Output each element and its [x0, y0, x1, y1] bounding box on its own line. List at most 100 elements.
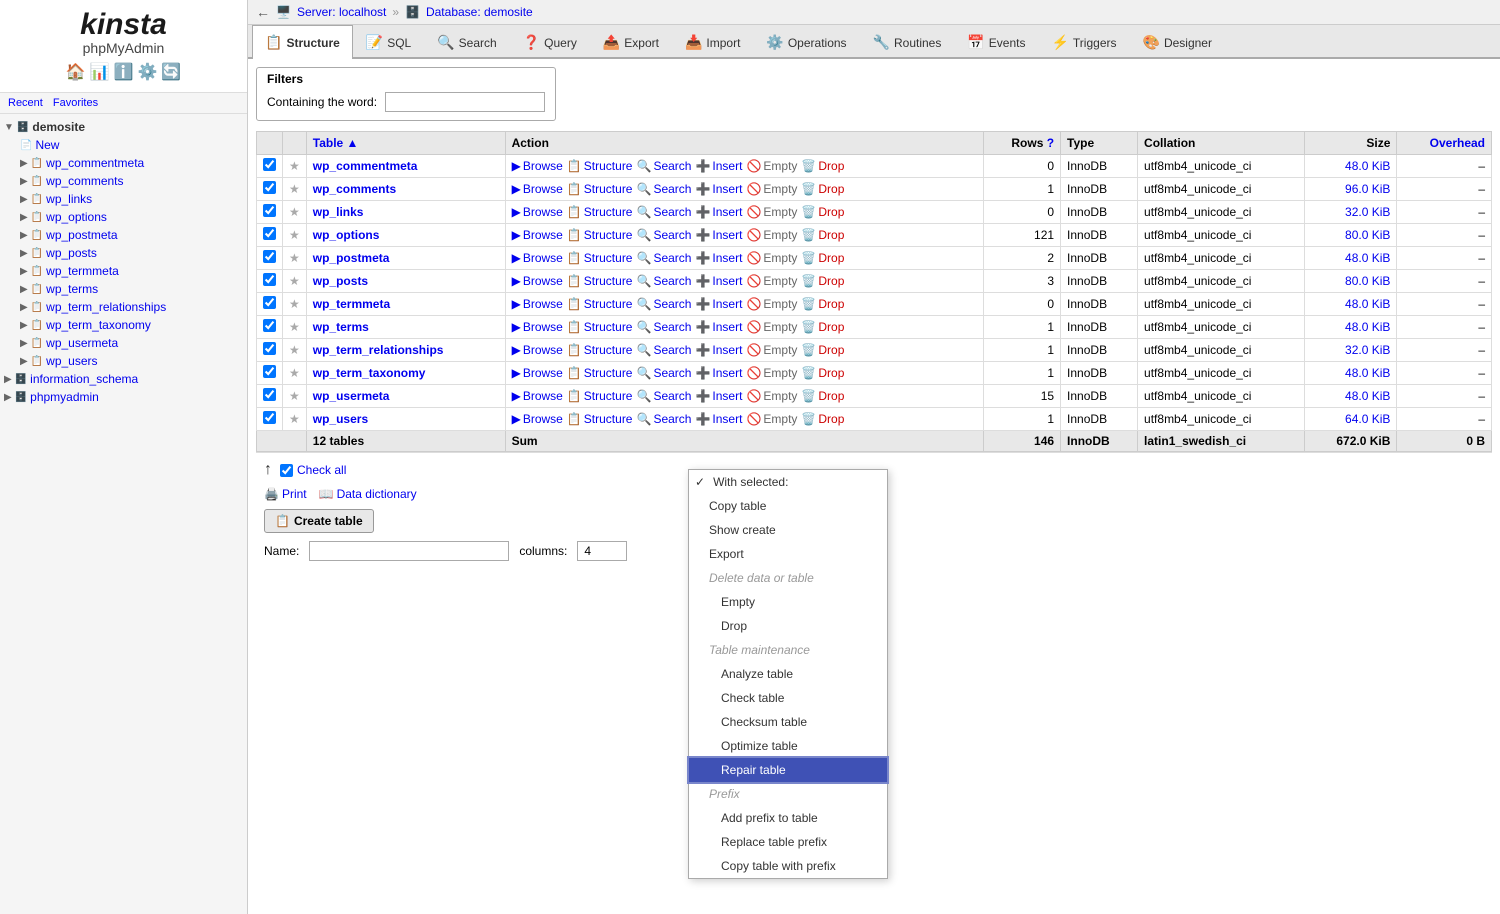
star-icon[interactable]: ★: [289, 389, 300, 403]
empty-link[interactable]: 🚫 Empty: [746, 159, 797, 173]
sidebar-item-wp-termmeta[interactable]: ▶ 📋 wp_termmeta: [0, 262, 247, 280]
sidebar-item-wp-posts[interactable]: ▶ 📋 wp_posts: [0, 244, 247, 262]
sidebar-item-wp-terms[interactable]: ▶ 📋 wp_terms: [0, 280, 247, 298]
insert-link[interactable]: ➕ Insert: [695, 366, 742, 380]
row-checkbox[interactable]: [263, 319, 276, 332]
drop-link[interactable]: 🗑️ Drop: [801, 182, 844, 196]
recent-link[interactable]: Recent: [8, 97, 43, 109]
drop-link[interactable]: 🗑️ Drop: [801, 320, 844, 334]
structure-link[interactable]: 📋 Structure: [567, 251, 633, 265]
drop-link[interactable]: 🗑️ Drop: [801, 228, 844, 242]
table-name-link[interactable]: wp_term_relationships: [313, 343, 444, 357]
star-icon[interactable]: ★: [289, 343, 300, 357]
search-link[interactable]: 🔍 Search: [636, 320, 691, 334]
table-name-link[interactable]: wp_terms: [313, 320, 369, 334]
sidebar-item-new[interactable]: 📄 New: [0, 136, 247, 154]
chart-icon[interactable]: 📊: [90, 62, 110, 82]
star-icon[interactable]: ★: [289, 320, 300, 334]
sidebar-item-wp-term-relationships[interactable]: ▶ 📋 wp_term_relationships: [0, 298, 247, 316]
empty-link[interactable]: 🚫 Empty: [746, 205, 797, 219]
structure-link[interactable]: 📋 Structure: [567, 205, 633, 219]
browse-link[interactable]: ▶ Browse: [512, 228, 563, 242]
menu-replace-prefix[interactable]: Replace table prefix: [689, 830, 887, 854]
tab-operations[interactable]: ⚙️ Operations: [753, 25, 859, 59]
table-name-link[interactable]: wp_termmeta: [313, 297, 390, 311]
browse-link[interactable]: ▶ Browse: [512, 343, 563, 357]
row-checkbox[interactable]: [263, 158, 276, 171]
row-checkbox[interactable]: [263, 365, 276, 378]
star-icon[interactable]: ★: [289, 159, 300, 173]
menu-empty[interactable]: Empty: [689, 590, 887, 614]
drop-link[interactable]: 🗑️ Drop: [801, 159, 844, 173]
search-link[interactable]: 🔍 Search: [636, 343, 691, 357]
sidebar-item-wp-commentmeta[interactable]: ▶ 📋 wp_commentmeta: [0, 154, 247, 172]
favorites-link[interactable]: Favorites: [53, 97, 98, 109]
star-icon[interactable]: ★: [289, 366, 300, 380]
row-checkbox[interactable]: [263, 342, 276, 355]
table-name-link[interactable]: wp_comments: [313, 182, 396, 196]
menu-analyze-table[interactable]: Analyze table: [689, 662, 887, 686]
insert-link[interactable]: ➕ Insert: [695, 389, 742, 403]
drop-link[interactable]: 🗑️ Drop: [801, 412, 844, 426]
insert-link[interactable]: ➕ Insert: [695, 320, 742, 334]
insert-link[interactable]: ➕ Insert: [695, 343, 742, 357]
insert-link[interactable]: ➕ Insert: [695, 182, 742, 196]
table-name-link[interactable]: wp_commentmeta: [313, 159, 418, 173]
menu-optimize-table[interactable]: Optimize table: [689, 734, 887, 758]
search-link[interactable]: 🔍 Search: [636, 412, 691, 426]
tab-structure[interactable]: 📋 Structure: [252, 25, 353, 59]
sidebar-item-wp-users[interactable]: ▶ 📋 wp_users: [0, 352, 247, 370]
search-link[interactable]: 🔍 Search: [636, 182, 691, 196]
browse-link[interactable]: ▶ Browse: [512, 389, 563, 403]
table-name-link[interactable]: wp_usermeta: [313, 389, 390, 403]
structure-link[interactable]: 📋 Structure: [567, 389, 633, 403]
columns-input[interactable]: [577, 541, 627, 561]
empty-link[interactable]: 🚫 Empty: [746, 366, 797, 380]
server-link[interactable]: Server: localhost: [297, 5, 386, 19]
sidebar-item-wp-postmeta[interactable]: ▶ 📋 wp_postmeta: [0, 226, 247, 244]
insert-link[interactable]: ➕ Insert: [695, 297, 742, 311]
drop-link[interactable]: 🗑️ Drop: [801, 343, 844, 357]
empty-link[interactable]: 🚫 Empty: [746, 389, 797, 403]
insert-link[interactable]: ➕ Insert: [695, 159, 742, 173]
empty-link[interactable]: 🚫 Empty: [746, 412, 797, 426]
search-link[interactable]: 🔍 Search: [636, 159, 691, 173]
star-icon[interactable]: ★: [289, 274, 300, 288]
table-name-link[interactable]: wp_term_taxonomy: [313, 366, 426, 380]
menu-drop[interactable]: Drop: [689, 614, 887, 638]
structure-link[interactable]: 📋 Structure: [567, 366, 633, 380]
insert-link[interactable]: ➕ Insert: [695, 251, 742, 265]
menu-copy-prefix[interactable]: Copy table with prefix: [689, 854, 887, 878]
search-link[interactable]: 🔍 Search: [636, 366, 691, 380]
star-icon[interactable]: ★: [289, 251, 300, 265]
drop-link[interactable]: 🗑️ Drop: [801, 366, 844, 380]
tab-routines[interactable]: 🔧 Routines: [860, 25, 955, 59]
tab-designer[interactable]: 🎨 Designer: [1130, 25, 1225, 59]
info-icon[interactable]: ℹ️: [114, 62, 134, 82]
check-all-label[interactable]: Check all: [280, 463, 346, 477]
browse-link[interactable]: ▶ Browse: [512, 366, 563, 380]
menu-add-prefix[interactable]: Add prefix to table: [689, 806, 887, 830]
sidebar-item-wp-options[interactable]: ▶ 📋 wp_options: [0, 208, 247, 226]
table-name-link[interactable]: wp_users: [313, 412, 368, 426]
star-icon[interactable]: ★: [289, 297, 300, 311]
db-link[interactable]: Database: demosite: [426, 5, 533, 19]
tab-sql[interactable]: 📝 SQL: [353, 25, 424, 59]
menu-repair-table[interactable]: Repair table: [689, 758, 887, 782]
search-link[interactable]: 🔍 Search: [636, 389, 691, 403]
row-checkbox[interactable]: [263, 227, 276, 240]
create-table-button[interactable]: 📋 Create table: [264, 509, 374, 533]
home-icon[interactable]: 🏠: [66, 62, 86, 82]
browse-link[interactable]: ▶ Browse: [512, 159, 563, 173]
row-checkbox[interactable]: [263, 388, 276, 401]
menu-show-create[interactable]: Show create: [689, 518, 887, 542]
empty-link[interactable]: 🚫 Empty: [746, 320, 797, 334]
search-link[interactable]: 🔍 Search: [636, 251, 691, 265]
structure-link[interactable]: 📋 Structure: [567, 412, 633, 426]
tab-events[interactable]: 📅 Events: [954, 25, 1038, 59]
tab-triggers[interactable]: ⚡ Triggers: [1038, 25, 1129, 59]
browse-link[interactable]: ▶ Browse: [512, 412, 563, 426]
star-icon[interactable]: ★: [289, 412, 300, 426]
empty-link[interactable]: 🚫 Empty: [746, 228, 797, 242]
drop-link[interactable]: 🗑️ Drop: [801, 251, 844, 265]
